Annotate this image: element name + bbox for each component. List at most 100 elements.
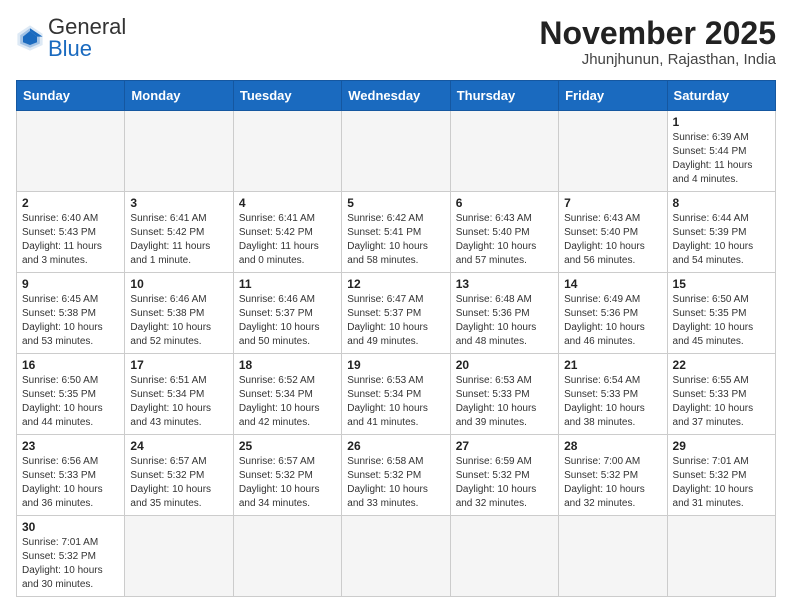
day-number: 16: [22, 358, 119, 372]
day-info: Sunrise: 6:49 AM Sunset: 5:36 PM Dayligh…: [564, 293, 661, 349]
calendar-day-cell: 12 Sunrise: 6:47 AM Sunset: 5:37 PM Dayli…: [342, 273, 450, 354]
calendar-day-cell: 14 Sunrise: 6:49 AM Sunset: 5:36 PM Dayli…: [559, 273, 667, 354]
calendar-day-cell: [667, 516, 775, 597]
day-number: 18: [239, 358, 336, 372]
day-number: 30: [22, 520, 119, 534]
day-number: 19: [347, 358, 444, 372]
day-info: Sunrise: 6:53 AM Sunset: 5:34 PM Dayligh…: [347, 374, 444, 430]
day-number: 21: [564, 358, 661, 372]
weekday-header: Friday: [559, 81, 667, 111]
day-info: Sunrise: 7:01 AM Sunset: 5:32 PM Dayligh…: [22, 536, 119, 592]
day-info: Sunrise: 6:57 AM Sunset: 5:32 PM Dayligh…: [239, 455, 336, 511]
calendar-table: SundayMondayTuesdayWednesdayThursdayFrid…: [16, 80, 776, 597]
day-number: 2: [22, 196, 119, 210]
day-info: Sunrise: 6:57 AM Sunset: 5:32 PM Dayligh…: [130, 455, 227, 511]
calendar-day-cell: [450, 111, 558, 192]
weekday-header: Monday: [125, 81, 233, 111]
calendar-day-cell: 23 Sunrise: 6:56 AM Sunset: 5:33 PM Dayli…: [17, 435, 125, 516]
day-info: Sunrise: 6:43 AM Sunset: 5:40 PM Dayligh…: [564, 212, 661, 268]
day-info: Sunrise: 6:51 AM Sunset: 5:34 PM Dayligh…: [130, 374, 227, 430]
day-info: Sunrise: 6:46 AM Sunset: 5:38 PM Dayligh…: [130, 293, 227, 349]
calendar-day-cell: [342, 516, 450, 597]
day-number: 3: [130, 196, 227, 210]
day-number: 23: [22, 439, 119, 453]
day-number: 4: [239, 196, 336, 210]
day-number: 22: [673, 358, 770, 372]
calendar-day-cell: [125, 111, 233, 192]
day-number: 6: [456, 196, 553, 210]
calendar-day-cell: 3 Sunrise: 6:41 AM Sunset: 5:42 PM Daylig…: [125, 192, 233, 273]
calendar-week-row: 9 Sunrise: 6:45 AM Sunset: 5:38 PM Daylig…: [17, 273, 776, 354]
calendar-day-cell: 19 Sunrise: 6:53 AM Sunset: 5:34 PM Dayli…: [342, 354, 450, 435]
day-number: 10: [130, 277, 227, 291]
day-info: Sunrise: 6:42 AM Sunset: 5:41 PM Dayligh…: [347, 212, 444, 268]
day-number: 28: [564, 439, 661, 453]
calendar-day-cell: 15 Sunrise: 6:50 AM Sunset: 5:35 PM Dayli…: [667, 273, 775, 354]
day-info: Sunrise: 6:59 AM Sunset: 5:32 PM Dayligh…: [456, 455, 553, 511]
calendar-day-cell: 30 Sunrise: 7:01 AM Sunset: 5:32 PM Dayli…: [17, 516, 125, 597]
calendar-day-cell: 29Sunrise: 7:01 AM Sunset: 5:32 PM Dayli…: [667, 435, 775, 516]
day-info: Sunrise: 6:41 AM Sunset: 5:42 PM Dayligh…: [130, 212, 227, 268]
calendar-day-cell: 27 Sunrise: 6:59 AM Sunset: 5:32 PM Dayli…: [450, 435, 558, 516]
day-info: Sunrise: 7:01 AM Sunset: 5:32 PM Dayligh…: [673, 455, 770, 511]
calendar-day-cell: 2Sunrise: 6:40 AM Sunset: 5:43 PM Daylig…: [17, 192, 125, 273]
weekday-header-row: SundayMondayTuesdayWednesdayThursdayFrid…: [17, 81, 776, 111]
calendar-day-cell: 7 Sunrise: 6:43 AM Sunset: 5:40 PM Daylig…: [559, 192, 667, 273]
day-info: Sunrise: 6:48 AM Sunset: 5:36 PM Dayligh…: [456, 293, 553, 349]
calendar-day-cell: 24Sunrise: 6:57 AM Sunset: 5:32 PM Dayli…: [125, 435, 233, 516]
calendar-day-cell: [450, 516, 558, 597]
day-info: Sunrise: 6:50 AM Sunset: 5:35 PM Dayligh…: [673, 293, 770, 349]
day-info: Sunrise: 6:45 AM Sunset: 5:38 PM Dayligh…: [22, 293, 119, 349]
day-info: Sunrise: 6:56 AM Sunset: 5:33 PM Dayligh…: [22, 455, 119, 511]
calendar-week-row: 30 Sunrise: 7:01 AM Sunset: 5:32 PM Dayli…: [17, 516, 776, 597]
calendar-day-cell: 4 Sunrise: 6:41 AM Sunset: 5:42 PM Daylig…: [233, 192, 341, 273]
weekday-header: Wednesday: [342, 81, 450, 111]
day-info: Sunrise: 6:47 AM Sunset: 5:37 PM Dayligh…: [347, 293, 444, 349]
day-info: Sunrise: 6:50 AM Sunset: 5:35 PM Dayligh…: [22, 374, 119, 430]
day-number: 15: [673, 277, 770, 291]
day-number: 8: [673, 196, 770, 210]
day-number: 11: [239, 277, 336, 291]
calendar-week-row: 2Sunrise: 6:40 AM Sunset: 5:43 PM Daylig…: [17, 192, 776, 273]
day-number: 12: [347, 277, 444, 291]
day-number: 7: [564, 196, 661, 210]
day-number: 14: [564, 277, 661, 291]
weekday-header: Saturday: [667, 81, 775, 111]
weekday-header: Thursday: [450, 81, 558, 111]
day-number: 5: [347, 196, 444, 210]
month-title: November 2025: [539, 16, 776, 51]
day-info: Sunrise: 6:39 AM Sunset: 5:44 PM Dayligh…: [673, 131, 770, 187]
calendar-day-cell: [17, 111, 125, 192]
day-info: Sunrise: 6:54 AM Sunset: 5:33 PM Dayligh…: [564, 374, 661, 430]
day-number: 13: [456, 277, 553, 291]
title-area: November 2025 Jhunjhunun, Rajasthan, Ind…: [539, 16, 776, 68]
calendar-day-cell: 25 Sunrise: 6:57 AM Sunset: 5:32 PM Dayli…: [233, 435, 341, 516]
logo-text: General Blue: [48, 16, 126, 60]
day-number: 1: [673, 115, 770, 129]
location-subtitle: Jhunjhunun, Rajasthan, India: [539, 51, 776, 68]
calendar-day-cell: 20Sunrise: 6:53 AM Sunset: 5:33 PM Dayli…: [450, 354, 558, 435]
calendar-day-cell: 9 Sunrise: 6:45 AM Sunset: 5:38 PM Daylig…: [17, 273, 125, 354]
calendar-day-cell: 6 Sunrise: 6:43 AM Sunset: 5:40 PM Daylig…: [450, 192, 558, 273]
day-info: Sunrise: 6:52 AM Sunset: 5:34 PM Dayligh…: [239, 374, 336, 430]
calendar-day-cell: 16 Sunrise: 6:50 AM Sunset: 5:35 PM Dayli…: [17, 354, 125, 435]
calendar-week-row: 16 Sunrise: 6:50 AM Sunset: 5:35 PM Dayli…: [17, 354, 776, 435]
day-number: 9: [22, 277, 119, 291]
day-info: Sunrise: 6:43 AM Sunset: 5:40 PM Dayligh…: [456, 212, 553, 268]
day-number: 17: [130, 358, 227, 372]
calendar-day-cell: 1 Sunrise: 6:39 AM Sunset: 5:44 PM Daylig…: [667, 111, 775, 192]
day-info: Sunrise: 6:46 AM Sunset: 5:37 PM Dayligh…: [239, 293, 336, 349]
day-info: Sunrise: 6:41 AM Sunset: 5:42 PM Dayligh…: [239, 212, 336, 268]
day-number: 27: [456, 439, 553, 453]
logo-blue: Blue: [48, 36, 92, 61]
day-number: 26: [347, 439, 444, 453]
calendar-day-cell: [342, 111, 450, 192]
calendar-day-cell: 13 Sunrise: 6:48 AM Sunset: 5:36 PM Dayli…: [450, 273, 558, 354]
day-info: Sunrise: 6:55 AM Sunset: 5:33 PM Dayligh…: [673, 374, 770, 430]
calendar-day-cell: 28Sunrise: 7:00 AM Sunset: 5:32 PM Dayli…: [559, 435, 667, 516]
day-number: 25: [239, 439, 336, 453]
calendar-day-cell: 26Sunrise: 6:58 AM Sunset: 5:32 PM Dayli…: [342, 435, 450, 516]
calendar-day-cell: 5 Sunrise: 6:42 AM Sunset: 5:41 PM Daylig…: [342, 192, 450, 273]
calendar-day-cell: 17 Sunrise: 6:51 AM Sunset: 5:34 PM Dayli…: [125, 354, 233, 435]
calendar-day-cell: 10 Sunrise: 6:46 AM Sunset: 5:38 PM Dayli…: [125, 273, 233, 354]
